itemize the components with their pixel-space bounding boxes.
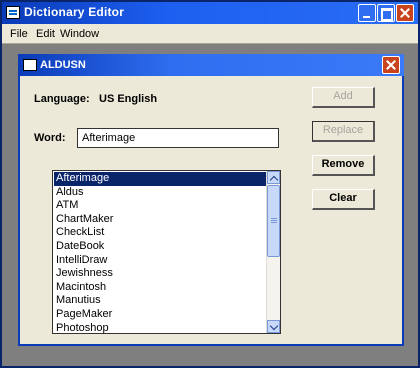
list-item[interactable]: Manutius bbox=[54, 294, 267, 308]
dialog-title-bar[interactable]: ALDUSN bbox=[18, 54, 404, 76]
list-item[interactable]: Jewishness bbox=[54, 267, 267, 281]
add-button[interactable]: Add bbox=[312, 87, 375, 108]
vertical-scrollbar[interactable] bbox=[266, 171, 280, 333]
dialog-close-button[interactable] bbox=[382, 56, 400, 74]
replace-button[interactable]: Replace bbox=[312, 121, 375, 142]
word-input[interactable]: Afterimage bbox=[77, 128, 279, 148]
menu-window[interactable]: Window bbox=[60, 28, 99, 40]
scroll-down-arrow-icon[interactable] bbox=[267, 320, 280, 333]
main-window: Dictionary Editor File Edit Window ALDUS… bbox=[0, 0, 420, 368]
scroll-up-arrow-icon[interactable] bbox=[267, 171, 280, 184]
dialog-icon[interactable] bbox=[23, 59, 37, 71]
close-window-button[interactable] bbox=[396, 4, 414, 22]
list-item[interactable]: IntelliDraw bbox=[54, 254, 267, 268]
list-item[interactable]: DateBook bbox=[54, 240, 267, 254]
list-item[interactable]: ChartMaker bbox=[54, 213, 267, 227]
window-title: Dictionary Editor bbox=[24, 5, 125, 19]
scroll-thumb[interactable] bbox=[267, 185, 280, 257]
main-title-bar[interactable]: Dictionary Editor bbox=[2, 2, 418, 24]
language-label: Language: bbox=[34, 93, 90, 105]
menu-file[interactable]: File bbox=[10, 28, 28, 40]
dictionary-dialog: ALDUSN Language: US English Word: Afteri… bbox=[18, 54, 404, 346]
list-item[interactable]: Aldus bbox=[54, 186, 267, 200]
list-item[interactable]: Macintosh bbox=[54, 281, 267, 295]
remove-button[interactable]: Remove bbox=[312, 155, 375, 176]
dialog-title: ALDUSN bbox=[40, 59, 86, 71]
minimize-button[interactable] bbox=[358, 4, 376, 22]
menu-bar: File Edit Window bbox=[2, 24, 418, 44]
clear-button[interactable]: Clear bbox=[312, 189, 375, 210]
list-item[interactable]: Afterimage bbox=[54, 172, 267, 186]
word-label: Word: bbox=[34, 132, 66, 144]
language-value: US English bbox=[99, 93, 158, 105]
word-list[interactable]: Afterimage Aldus ATM ChartMaker CheckList Dat… bbox=[52, 170, 281, 334]
word-list-items: Afterimage Aldus ATM ChartMaker CheckList Dat… bbox=[54, 172, 267, 335]
maximize-button[interactable] bbox=[377, 4, 395, 22]
list-item[interactable]: CheckList bbox=[54, 226, 267, 240]
list-item[interactable]: PageMaker bbox=[54, 308, 267, 322]
list-item[interactable]: Photoshop bbox=[54, 322, 267, 336]
menu-edit[interactable]: Edit bbox=[36, 28, 55, 40]
list-item[interactable]: ATM bbox=[54, 199, 267, 213]
app-icon[interactable] bbox=[6, 6, 20, 19]
